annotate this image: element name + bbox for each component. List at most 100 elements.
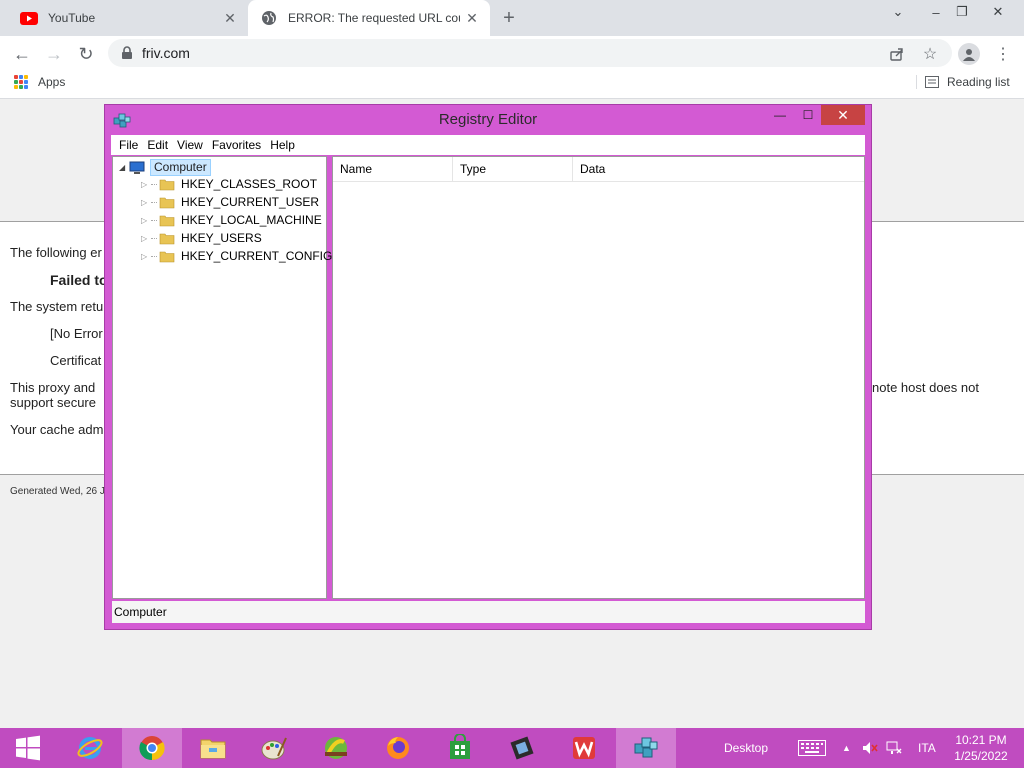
tab-youtube[interactable]: YouTube ✕: [8, 0, 248, 36]
volume-muted-icon[interactable]: [862, 728, 878, 768]
tree-label: HKEY_CLASSES_ROOT: [181, 177, 318, 191]
language-label: ITA: [918, 741, 936, 755]
maximize-button[interactable]: ☐: [795, 105, 821, 125]
chrome-icon[interactable]: [122, 728, 182, 768]
error-line: Your cache adm: [10, 422, 104, 437]
tree-item-computer[interactable]: ◢ Computer: [119, 159, 211, 176]
status-path: Computer: [114, 605, 167, 619]
menu-bar: File Edit View Favorites Help: [111, 135, 865, 155]
network-icon[interactable]: [886, 728, 902, 768]
tree-item-hkey-users[interactable]: ▷ HKEY_USERS: [141, 231, 262, 245]
globe-icon: [260, 9, 278, 27]
menu-edit[interactable]: Edit: [147, 138, 168, 152]
paint-icon[interactable]: [244, 728, 304, 768]
browser-tab-strip: YouTube ✕ ERROR: The requested URL could…: [0, 0, 1024, 36]
tree-label: HKEY_USERS: [181, 231, 262, 245]
touch-keyboard-icon[interactable]: [798, 728, 826, 768]
close-window-icon[interactable]: ✕: [982, 0, 1014, 24]
wps-office-icon[interactable]: [554, 728, 614, 768]
tree-item-hkey-current-config[interactable]: ▷ HKEY_CURRENT_CONFIG: [141, 249, 332, 263]
url-text: friv.com: [142, 45, 190, 61]
column-header-data[interactable]: Data: [573, 157, 864, 181]
clock-date: 1/25/2022: [954, 749, 1008, 763]
tree-item-hkey-local-machine[interactable]: ▷ HKEY_LOCAL_MACHINE: [141, 213, 322, 227]
menu-help[interactable]: Help: [270, 138, 295, 152]
reading-list-icon: [925, 76, 939, 88]
error-heading: Failed to: [50, 272, 108, 288]
start-button[interactable]: [0, 728, 56, 768]
column-header-name[interactable]: Name: [333, 157, 453, 181]
close-tab-icon[interactable]: ✕: [218, 6, 242, 30]
show-hidden-icons[interactable]: ▲: [842, 728, 851, 768]
profile-avatar[interactable]: [958, 43, 980, 65]
apps-grid-icon: [14, 75, 28, 89]
forward-button[interactable]: →: [40, 40, 68, 68]
menu-file[interactable]: File: [119, 138, 138, 152]
address-bar[interactable]: friv.com: [108, 39, 952, 67]
registry-editor-taskbar-icon[interactable]: [616, 728, 676, 768]
folder-icon: [159, 197, 175, 208]
status-bar: Computer: [112, 601, 865, 623]
restore-icon[interactable]: ❐: [946, 0, 978, 24]
menu-icon[interactable]: ⋮: [992, 43, 1014, 65]
clock-time: 10:21 PM: [955, 733, 1007, 747]
taskbar: Desktop ▲ ITA 10:21 PM 1/25/2022: [0, 728, 1024, 768]
computer-icon: [129, 161, 145, 174]
expand-arrow-icon[interactable]: ▷: [141, 234, 151, 243]
reload-button[interactable]: ↻: [72, 40, 100, 68]
browser-toolbar: ← → ↻ friv.com ☆ ⋮: [0, 36, 1024, 70]
error-line: note host does not: [872, 380, 979, 395]
tree-label: HKEY_CURRENT_CONFIG: [181, 249, 333, 263]
firefox-icon[interactable]: [368, 728, 428, 768]
tab-error-page[interactable]: ERROR: The requested URL could ✕: [248, 0, 490, 36]
tree-item-hkey-classes-root[interactable]: ▷ HKEY_CLASSES_ROOT: [141, 177, 317, 191]
tree-item-hkey-current-user[interactable]: ▷ HKEY_CURRENT_USER: [141, 195, 319, 209]
header-divider: [333, 181, 864, 182]
bookmark-star-icon[interactable]: ☆: [919, 43, 941, 65]
language-indicator[interactable]: ITA: [918, 728, 936, 768]
tab-title: ERROR: The requested URL could: [288, 11, 460, 25]
registry-tree-pane[interactable]: ◢ Computer ▷ HKEY_CLASSES_ROOT ▷ HKEY_CU…: [112, 156, 332, 599]
youtube-icon: [20, 9, 38, 27]
apps-shortcut[interactable]: Apps: [14, 75, 65, 89]
reading-list-label: Reading list: [947, 75, 1010, 89]
close-button[interactable]: ✕: [821, 105, 865, 125]
desktop-toolbar[interactable]: Desktop: [724, 728, 768, 768]
folder-icon: [159, 251, 175, 262]
app-icon[interactable]: [306, 728, 366, 768]
menu-favorites[interactable]: Favorites: [212, 138, 261, 152]
column-header-type[interactable]: Type: [453, 157, 573, 181]
error-line: The following er: [10, 245, 102, 260]
error-line: The system retu: [10, 299, 104, 314]
movie-maker-icon[interactable]: [492, 728, 552, 768]
generated-footer: Generated Wed, 26 J: [10, 486, 105, 497]
expand-arrow-icon[interactable]: ▷: [141, 252, 151, 261]
back-button[interactable]: ←: [8, 40, 36, 68]
error-line: Certificat: [50, 353, 102, 368]
tree-label: HKEY_LOCAL_MACHINE: [181, 213, 322, 227]
expand-arrow-icon[interactable]: ▷: [141, 198, 151, 207]
reading-list-button[interactable]: Reading list: [916, 75, 1010, 89]
collapse-arrow-icon[interactable]: ◢: [119, 163, 129, 172]
expand-arrow-icon[interactable]: ▷: [141, 216, 151, 225]
menu-view[interactable]: View: [177, 138, 203, 152]
bookmarks-bar: Apps Reading list: [0, 70, 1024, 99]
internet-explorer-icon[interactable]: [60, 728, 120, 768]
expand-arrow-icon[interactable]: ▷: [141, 180, 151, 189]
new-tab-button[interactable]: +: [497, 6, 521, 30]
registry-values-pane[interactable]: Name Type Data: [332, 156, 865, 599]
window-title: Registry Editor: [438, 111, 538, 128]
apps-label: Apps: [38, 75, 66, 89]
store-icon[interactable]: [430, 728, 490, 768]
minimize-button[interactable]: —: [767, 105, 793, 125]
registry-editor-window[interactable]: Registry Editor — ☐ ✕ File Edit View Fav…: [104, 104, 872, 630]
file-explorer-icon[interactable]: [183, 728, 243, 768]
tab-title: YouTube: [48, 11, 96, 25]
error-line: [No Error: [50, 326, 103, 341]
clock[interactable]: 10:21 PM 1/25/2022: [948, 732, 1014, 764]
folder-icon: [159, 179, 175, 190]
share-icon[interactable]: [886, 43, 908, 65]
desktop-label: Desktop: [724, 741, 769, 755]
tab-search-icon[interactable]: ⌄: [882, 0, 914, 24]
close-tab-icon[interactable]: ✕: [460, 6, 484, 30]
